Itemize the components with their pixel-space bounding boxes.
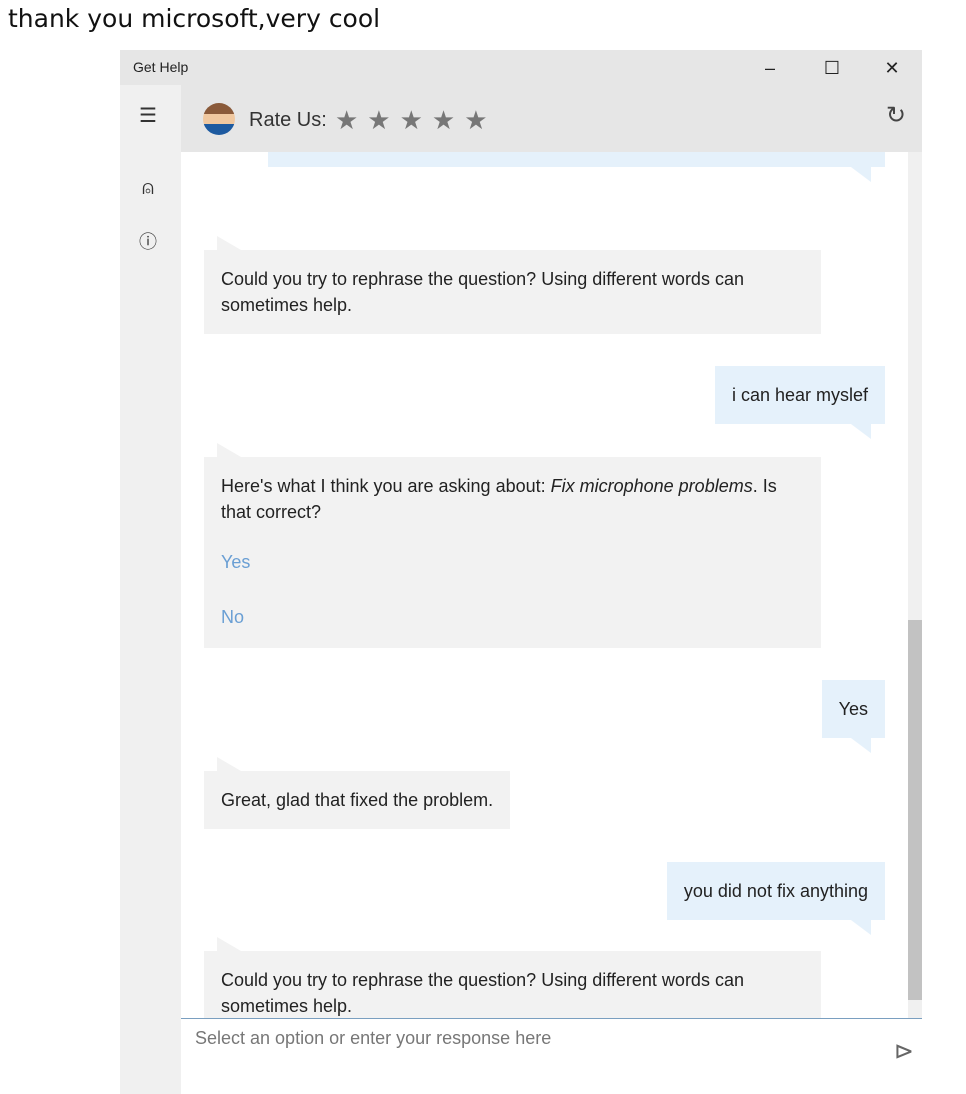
- message-text: you did not fix anything: [683, 881, 868, 901]
- minimize-button[interactable]: –: [750, 54, 790, 82]
- response-input-area: ⊳: [181, 1018, 922, 1094]
- message-text: Yes: [838, 699, 868, 719]
- bot-message: Could you try to rephrase the question? …: [204, 236, 821, 334]
- topic-text: Fix microphone problems: [550, 476, 753, 496]
- bot-message: Here's what I think you are asking about…: [204, 443, 821, 648]
- message-text: Could you try to rephrase the question? …: [221, 269, 744, 315]
- user-message: you did not fix anything: [666, 862, 885, 935]
- rate-us-label: Rate Us:: [249, 109, 327, 131]
- close-button[interactable]: ✕: [872, 54, 912, 82]
- title-bar: Get Help – ☐ ✕: [120, 50, 922, 85]
- bot-message: Could you try to rephrase the question? …: [204, 937, 821, 1018]
- user-message: Yes: [821, 680, 885, 753]
- message-text: Great, glad that fixed the problem.: [221, 790, 494, 810]
- chat-scrollbar[interactable]: [908, 152, 922, 1018]
- info-icon[interactable]: ⓘ: [136, 228, 160, 252]
- refresh-icon[interactable]: ↻: [886, 101, 906, 130]
- window-title: Get Help: [133, 59, 189, 75]
- post-caption: thank you microsoft,very cool: [8, 4, 381, 33]
- user-message: i can hear myslef: [714, 366, 885, 439]
- response-input[interactable]: [195, 1025, 835, 1051]
- maximize-button[interactable]: ☐: [812, 54, 852, 82]
- send-icon[interactable]: ⊳: [894, 1037, 914, 1066]
- message-text: i can hear myslef: [731, 385, 868, 405]
- chat-transcript: Could you try to rephrase the question? …: [181, 152, 908, 1018]
- user-message-partial: [268, 152, 885, 182]
- chat-header: Rate Us: ★★★★★ ↻: [181, 85, 922, 152]
- option-no[interactable]: No: [221, 604, 804, 630]
- sidebar: ☰ ⍝ ⓘ: [120, 85, 181, 1094]
- message-text: Here's what I think you are asking about…: [221, 476, 551, 496]
- scrollbar-thumb[interactable]: [908, 620, 922, 1000]
- bot-message: Great, glad that fixed the problem.: [204, 757, 511, 829]
- rating-stars[interactable]: ★★★★★: [335, 105, 497, 136]
- hamburger-menu-icon[interactable]: ☰: [136, 103, 160, 127]
- option-yes[interactable]: Yes: [221, 549, 804, 575]
- contact-support-icon[interactable]: ⍝: [136, 177, 160, 201]
- get-help-window: Get Help – ☐ ✕ ☰ ⍝ ⓘ Rate Us: ★★★★★ ↻ Co…: [120, 50, 922, 1094]
- message-text: Could you try to rephrase the question? …: [221, 970, 744, 1016]
- assistant-avatar: [203, 103, 235, 135]
